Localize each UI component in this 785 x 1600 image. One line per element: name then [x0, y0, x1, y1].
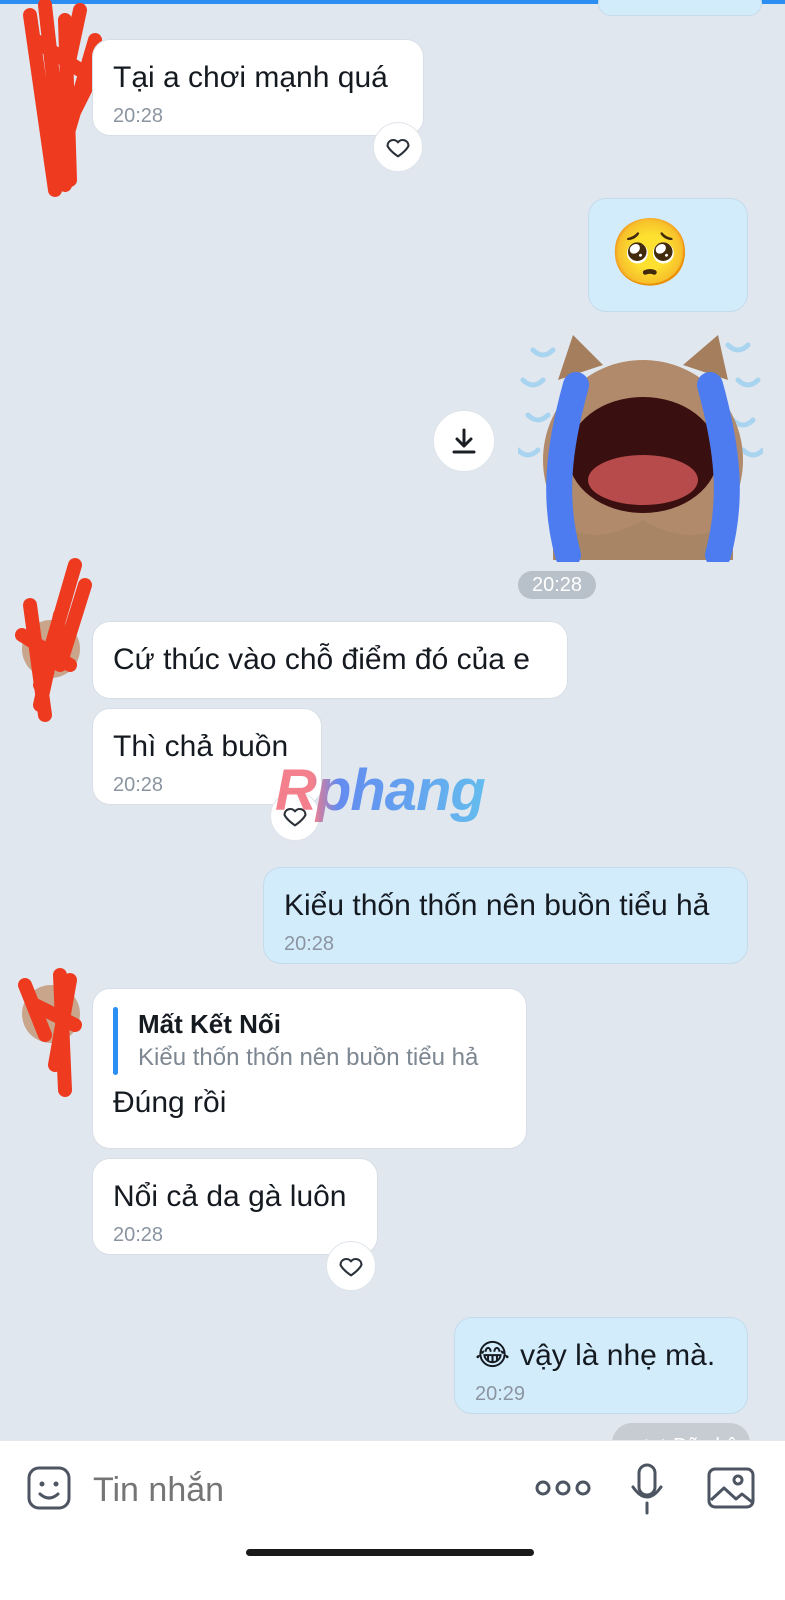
more-button[interactable] [533, 1470, 593, 1506]
message-text: 😂 vậy là nhẹ mà. [475, 1336, 727, 1376]
outgoing-message[interactable]: 😂 vậy là nhẹ mà. 20:29 [454, 1317, 748, 1414]
quote-text: Kiểu thốn thốn nên buồn tiểu hả [138, 1044, 479, 1071]
crying-cat-sticker[interactable] [518, 330, 763, 562]
emoji-laughing-icon: 😂 [475, 1339, 511, 1372]
quote-bar [113, 1007, 118, 1075]
message-text: Thì chả buồn [113, 730, 289, 763]
quote-author: Mất Kết Nối [138, 1009, 281, 1039]
incoming-message[interactable]: Nổi cả da gà luôn 20:28 [92, 1158, 378, 1255]
download-icon [452, 428, 476, 454]
emoji-pleading-icon: 🥺 [609, 215, 692, 289]
outgoing-message[interactable]: Kiểu thốn thốn nên buồn tiểu hả 20:28 [263, 867, 748, 964]
message-time: 20:28 [113, 774, 164, 796]
quoted-message[interactable]: Mất Kết Nối Kiểu thốn thốn nên buồn tiểu… [113, 1007, 506, 1075]
message-input[interactable] [93, 1470, 493, 1510]
home-indicator[interactable] [246, 1549, 534, 1556]
sticker-icon [27, 1466, 71, 1510]
heart-icon [386, 138, 410, 158]
message-time: 20:28 [284, 933, 335, 955]
chat-area[interactable]: Tại a chơi mạnh quá 20:28 🥺 20:28 Cứ thú… [0, 0, 785, 1470]
react-heart-button[interactable] [326, 1241, 376, 1291]
redaction-scribble [18, 968, 82, 1097]
more-icon [535, 1480, 591, 1496]
message-text: Kiểu thốn thốn nên buồn tiểu hả [284, 889, 710, 922]
sticker-button[interactable] [24, 1463, 74, 1513]
message-time: 20:29 [475, 1383, 526, 1405]
download-button[interactable] [433, 410, 495, 472]
message-text: Nổi cả da gà luôn [113, 1180, 347, 1213]
message-text: Tại a chơi mạnh quá [113, 61, 388, 94]
mic-icon [631, 1463, 663, 1515]
outgoing-emoji-message[interactable]: 🥺 [588, 198, 748, 312]
message-text: Cứ thúc vào chỗ điểm đó của e [113, 643, 530, 676]
message-text-content: vậy là nhẹ mà. [520, 1339, 716, 1372]
watermark-logo: Rphang [275, 758, 486, 823]
voice-button[interactable] [625, 1462, 669, 1516]
message-time: 20:28 [113, 105, 164, 127]
react-heart-button[interactable] [373, 122, 423, 172]
image-button[interactable] [704, 1464, 758, 1512]
incoming-message[interactable]: Cứ thúc vào chỗ điểm đó của e [92, 621, 568, 699]
message-time-pill: 20:28 [518, 571, 596, 599]
heart-icon [339, 1257, 363, 1277]
incoming-reply-message[interactable]: Mất Kết Nối Kiểu thốn thốn nên buồn tiểu… [92, 988, 527, 1149]
message-text: Đúng rồi [113, 1086, 227, 1119]
redaction-scribble [15, 558, 92, 722]
incoming-message[interactable]: Tại a chơi mạnh quá 20:28 [92, 39, 424, 136]
message-time: 20:28 [113, 1224, 164, 1246]
image-icon [707, 1467, 755, 1509]
